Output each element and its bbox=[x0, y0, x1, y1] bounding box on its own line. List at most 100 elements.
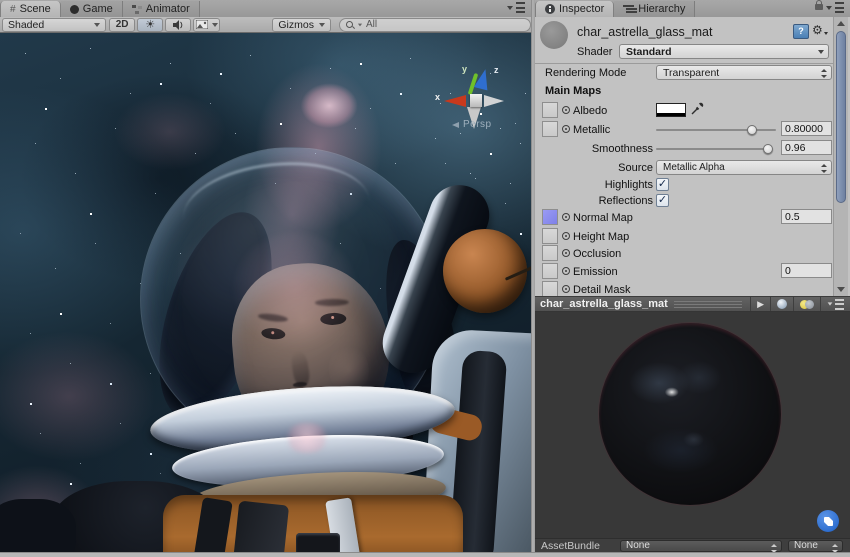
panel-hamburger-icon bbox=[835, 2, 844, 13]
metallic-value: 0.80000 bbox=[785, 123, 823, 135]
preview-drag-handle[interactable] bbox=[674, 301, 742, 308]
normal-map-value: 0.5 bbox=[785, 211, 800, 223]
panel-dropdown-icon bbox=[828, 302, 833, 305]
texture-slot-icon[interactable] bbox=[562, 267, 570, 275]
preview-lighting-toggle[interactable] bbox=[793, 297, 820, 311]
scene-effects-button[interactable] bbox=[193, 18, 220, 32]
gear-icon[interactable]: ⚙ bbox=[812, 23, 828, 37]
occlusion-texture-thumb[interactable] bbox=[542, 245, 558, 261]
sun-icon: ☀ bbox=[145, 18, 155, 31]
scene-search-input[interactable] bbox=[366, 19, 506, 30]
play-icon: ▶ bbox=[757, 299, 764, 310]
scroll-down-arrow[interactable] bbox=[837, 287, 845, 292]
assetbundle-dropdown[interactable]: None bbox=[620, 540, 782, 552]
metallic-slider-knob[interactable] bbox=[747, 125, 757, 135]
material-preview-viewport[interactable] bbox=[535, 312, 850, 538]
gizmos-dropdown[interactable]: Gizmos bbox=[272, 18, 331, 32]
metallic-slider[interactable] bbox=[656, 129, 776, 131]
texture-slot-icon[interactable] bbox=[562, 125, 570, 133]
unity-editor-window: # Scene Game Animator Shaded bbox=[0, 0, 850, 557]
texture-slot-icon[interactable] bbox=[562, 213, 570, 221]
metallic-texture-thumb[interactable] bbox=[542, 121, 558, 137]
albedo-texture-thumb[interactable] bbox=[542, 102, 558, 118]
texture-slot-icon[interactable] bbox=[562, 106, 570, 114]
tab-animator[interactable]: Animator bbox=[123, 1, 200, 17]
normal-map-texture-thumb[interactable] bbox=[542, 209, 558, 225]
scene-search-field[interactable] bbox=[339, 18, 531, 32]
gear-chevron-icon bbox=[824, 32, 828, 35]
highlights-checkbox[interactable]: ✓ bbox=[656, 178, 669, 191]
panel-hamburger-icon bbox=[516, 2, 525, 13]
preview-play-button[interactable]: ▶ bbox=[750, 297, 770, 311]
perspective-mode-label[interactable]: Persp bbox=[452, 119, 492, 130]
texture-slot-icon[interactable] bbox=[562, 285, 570, 293]
checkmark-icon: ✓ bbox=[658, 194, 667, 206]
emission-texture-thumb[interactable] bbox=[542, 263, 558, 279]
light-off-icon bbox=[805, 300, 814, 309]
axis-neg-handle[interactable] bbox=[484, 95, 504, 107]
texture-slot-icon[interactable] bbox=[562, 232, 570, 240]
normal-map-label: Normal Map bbox=[573, 212, 633, 224]
asset-labels-button[interactable] bbox=[817, 510, 839, 532]
chevron-down-icon bbox=[94, 23, 100, 27]
tab-inspector[interactable]: Inspector bbox=[535, 1, 614, 17]
eyedropper-icon[interactable] bbox=[691, 102, 704, 115]
height-map-texture-thumb[interactable] bbox=[542, 228, 558, 244]
scroll-up-arrow[interactable] bbox=[837, 21, 845, 26]
source-dropdown[interactable]: Metallic Alpha bbox=[656, 160, 832, 175]
scrollbar-thumb[interactable] bbox=[836, 31, 846, 203]
smoothness-slider[interactable] bbox=[656, 148, 772, 150]
scene-audio-button[interactable] bbox=[165, 18, 191, 32]
axis-y-label: y bbox=[462, 64, 467, 74]
tab-hierarchy[interactable]: Hierarchy bbox=[614, 1, 695, 17]
gear-glyph: ⚙ bbox=[812, 23, 823, 37]
reflections-checkbox[interactable]: ✓ bbox=[656, 194, 669, 207]
inspector-icon bbox=[545, 4, 555, 14]
help-icon[interactable]: ? bbox=[793, 24, 809, 39]
search-icon bbox=[346, 21, 354, 29]
metallic-value-field[interactable]: 0.80000 bbox=[781, 121, 832, 136]
scene-pane: # Scene Game Animator Shaded bbox=[0, 0, 531, 552]
preview-menu-button[interactable] bbox=[820, 297, 850, 311]
normal-map-value-field[interactable]: 0.5 bbox=[781, 209, 832, 224]
scene-panel-menu[interactable] bbox=[507, 2, 531, 17]
scene-viewport[interactable]: y z x Persp bbox=[0, 33, 531, 552]
collar-pink-reflection bbox=[284, 423, 330, 453]
gizmo-center-cube[interactable] bbox=[470, 94, 482, 107]
albedo-color-swatch[interactable] bbox=[656, 103, 686, 117]
material-preview-header[interactable]: char_astrella_glass_mat ▶ bbox=[535, 296, 850, 312]
inspector-pane: Inspector Hierarchy char_astrella_glass_… bbox=[535, 0, 850, 552]
tab-scene[interactable]: # Scene bbox=[0, 1, 61, 17]
draw-mode-dropdown[interactable]: Shaded bbox=[2, 18, 106, 32]
persp-text: Persp bbox=[463, 119, 492, 130]
rendering-mode-dropdown[interactable]: Transparent bbox=[656, 65, 832, 80]
preview-shape-button[interactable] bbox=[770, 297, 793, 311]
detail-mask-texture-thumb[interactable] bbox=[542, 281, 558, 297]
texture-slot-icon[interactable] bbox=[562, 249, 570, 257]
shader-dropdown[interactable]: Standard bbox=[619, 44, 829, 59]
suit-dark-corner bbox=[0, 499, 76, 552]
metallic-label: Metallic bbox=[573, 124, 610, 136]
inspector-scrollbar[interactable] bbox=[833, 17, 848, 296]
inspector-body: char_astrella_glass_mat ? ⚙ Shader Stand… bbox=[535, 17, 850, 296]
axis-z-handle[interactable] bbox=[474, 68, 492, 91]
assetbundle-variant-value: None bbox=[794, 540, 818, 551]
tab-scene-label: Scene bbox=[20, 3, 51, 15]
tab-game[interactable]: Game bbox=[61, 1, 123, 17]
smoothness-value-field[interactable]: 0.96 bbox=[781, 140, 832, 155]
toggle-2d-button[interactable]: 2D bbox=[109, 18, 135, 32]
scene-toolbar: Shaded 2D ☀ Gizmos bbox=[0, 17, 531, 33]
shader-label: Shader bbox=[577, 46, 612, 58]
search-filter-chevron-icon bbox=[358, 23, 362, 26]
lock-icon[interactable] bbox=[815, 4, 823, 10]
emission-value-field[interactable]: 0 bbox=[781, 263, 832, 278]
scene-lighting-button[interactable]: ☀ bbox=[137, 18, 163, 32]
inspector-panel-menu[interactable] bbox=[815, 2, 850, 17]
checkmark-icon: ✓ bbox=[658, 178, 667, 190]
assetbundle-variant-dropdown[interactable]: None bbox=[788, 540, 843, 552]
height-map-label: Height Map bbox=[573, 231, 629, 243]
tab-game-label: Game bbox=[83, 3, 113, 15]
smoothness-slider-knob[interactable] bbox=[763, 144, 773, 154]
axis-x-handle[interactable] bbox=[444, 95, 466, 107]
tag-icon bbox=[824, 517, 833, 526]
